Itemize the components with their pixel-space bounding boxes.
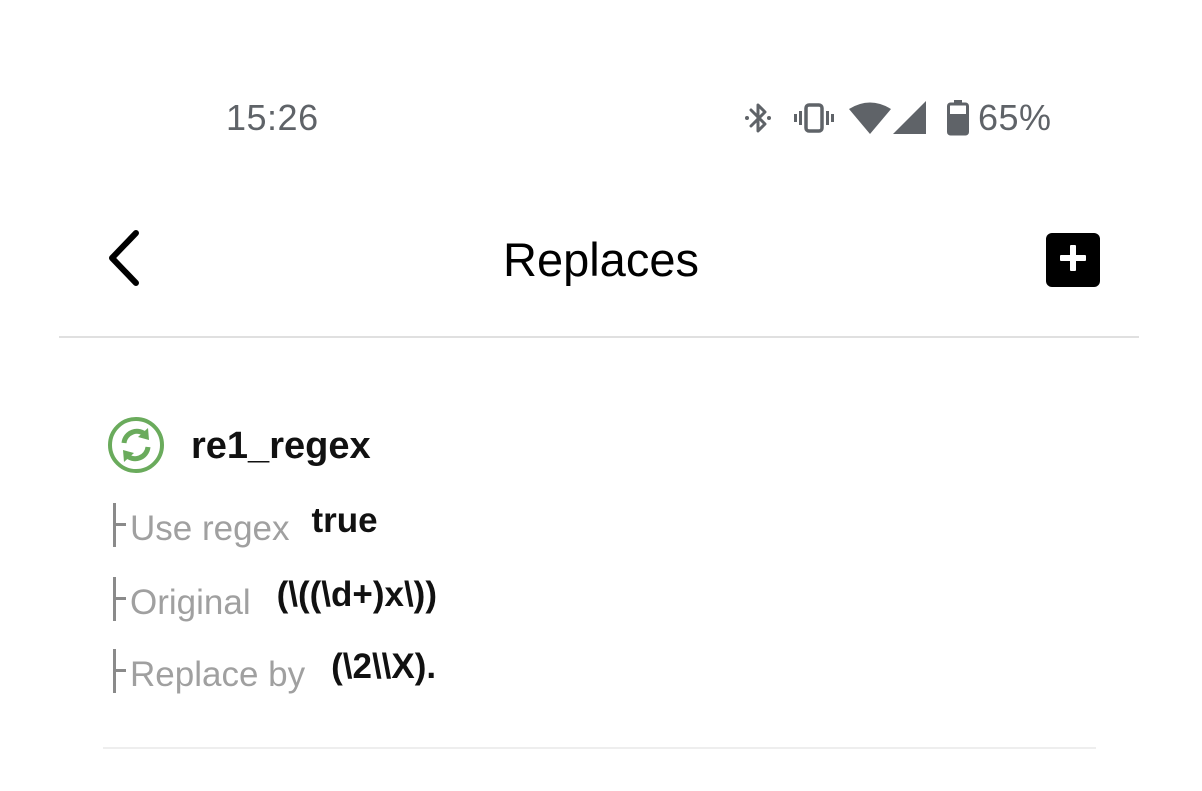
tree-connector — [113, 649, 126, 693]
page-title: Replaces — [503, 233, 699, 286]
add-box-icon — [1057, 242, 1089, 279]
replace-by-label: Replace by — [130, 655, 306, 694]
status-time: 15:26 — [226, 97, 319, 138]
battery-percent: 65% — [978, 97, 1052, 138]
app-bar-divider — [59, 336, 1139, 338]
tree-connector — [113, 503, 126, 547]
add-replace-button[interactable] — [1046, 233, 1100, 287]
original-value: (\((\d+)x\)) — [276, 575, 437, 614]
battery-icon — [946, 100, 970, 136]
cell-signal-icon — [892, 101, 928, 135]
list-item-divider — [103, 747, 1096, 749]
sync-icon — [107, 416, 165, 474]
bluetooth-icon — [740, 100, 776, 136]
use-regex-row: Use regex true — [113, 500, 378, 550]
wifi-icon — [848, 102, 892, 134]
original-label: Original — [130, 583, 251, 622]
replace-list-item[interactable]: re1_regex Use regex true Original (\((\d… — [103, 410, 1096, 750]
replace-by-value: (\2\\X). — [331, 647, 437, 686]
replace-name: re1_regex — [191, 425, 371, 467]
use-regex-value: true — [311, 501, 378, 540]
use-regex-label: Use regex — [130, 509, 290, 548]
vibrate-icon — [794, 102, 834, 134]
replace-by-row: Replace by (\2\\X). — [113, 646, 436, 696]
tree-connector — [113, 577, 126, 621]
original-row: Original (\((\d+)x\)) — [113, 574, 437, 624]
status-icons: 65% — [740, 96, 1052, 140]
